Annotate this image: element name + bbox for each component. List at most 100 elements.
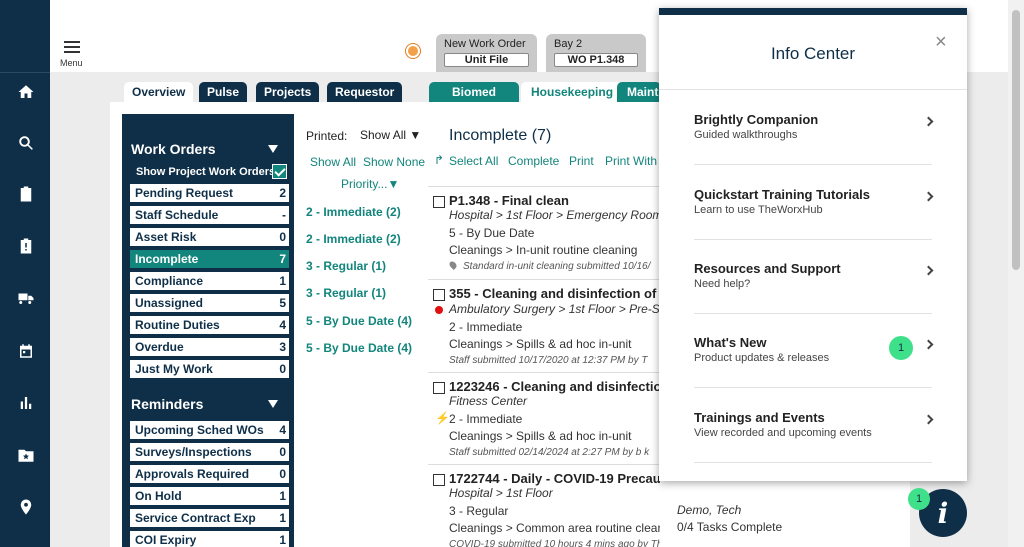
show-all-link[interactable]: Show All [310,155,356,169]
reminder-approvals-required[interactable]: Approvals Required 0 [130,465,289,483]
wo-filter-incomplete[interactable]: Incomplete 7 [130,250,289,268]
tab-requestor[interactable]: Requestor [327,82,403,102]
home-icon[interactable] [17,83,35,101]
search-icon[interactable] [17,134,35,152]
info-item-whats-new[interactable]: What's New Product updates & releases 1 [694,313,934,388]
print-with-button[interactable]: Print With [605,154,660,168]
priority-sort[interactable]: Priority...▼ [341,177,399,191]
wo-title[interactable]: P1.348 - Final clean [449,193,569,208]
reminder-surveys-inspections[interactable]: Surveys/Inspections 0 [130,443,289,461]
priority-filter-item[interactable]: 2 - Immediate (2) [306,232,401,246]
info-item-trainings[interactable]: Trainings and Events View recorded and u… [694,388,934,463]
alert-clipboard-icon[interactable] [17,237,35,255]
list-item[interactable]: 1223246 - Cleaning and disinfectio Fitne… [428,372,660,464]
tab-projects[interactable]: Projects [256,82,320,102]
clipboard-icon[interactable] [17,185,35,203]
printed-value: Show All [360,128,407,142]
wo-title[interactable]: 1722744 - Daily - COVID-19 Precau [449,471,660,486]
page-scrollbar[interactable] [1008,0,1024,547]
info-item-subtitle: Need help? [694,278,751,290]
list-item[interactable]: P1.348 - Final clean Hospital > 1st Floo… [428,186,660,279]
scrollbar-thumb[interactable] [1012,10,1020,270]
wo-category: Cleanings > Spills & ad hoc in-unit [449,429,632,443]
info-item-subtitle: Guided walkthroughs [694,129,798,141]
info-item-heading: Trainings and Events [694,410,825,425]
menu-button[interactable]: Menu [60,38,86,68]
star-folder-icon[interactable] [17,446,35,464]
row-checkbox[interactable] [433,474,445,486]
priority-filter-item[interactable]: 3 - Regular (1) [306,286,386,300]
list-item[interactable]: 355 - Cleaning and disinfection of Ambul… [428,279,660,372]
row-checkbox[interactable] [433,382,445,394]
wo-filter-pending-request[interactable]: Pending Request 2 [130,184,289,202]
info-item-resources[interactable]: Resources and Support Need help? [694,239,934,314]
tab-housekeeping[interactable]: Housekeeping [521,82,624,102]
wo-filter-count: 0 [279,362,286,376]
wo-filter-compliance[interactable]: Compliance 1 [130,272,289,290]
show-none-link[interactable]: Show None [363,155,425,169]
hamburger-line [64,46,80,48]
select-all-button[interactable]: Select All [449,154,498,168]
show-project-wo-checkbox[interactable] [272,164,287,179]
lightning-bolt-icon: ⚡ [435,411,450,425]
wo-tab-subtitle: Unit File [444,53,529,67]
priority-filter-item[interactable]: 5 - By Due Date (4) [306,314,412,328]
complete-button[interactable]: Complete [508,154,559,168]
wo-title[interactable]: 1223246 - Cleaning and disinfectio [449,379,660,394]
work-order-list: P1.348 - Final clean Hospital > 1st Floo… [428,186,660,547]
wo-tab-subtitle: WO P1.348 [554,53,638,67]
wo-filter-unassigned[interactable]: Unassigned 5 [130,294,289,312]
priority-filter-item[interactable]: 3 - Regular (1) [306,259,386,273]
clock-icon[interactable] [406,44,420,58]
tab-maintenance[interactable]: Maint [617,82,661,102]
wo-title[interactable]: 355 - Cleaning and disinfection of [449,286,656,301]
tab-pulse[interactable]: Pulse [199,82,248,102]
wo-filter-count: 4 [279,318,286,332]
tab-overview[interactable]: Overview [124,82,194,102]
dropdown-arrow-icon: ▼ [409,128,422,142]
wo-tab-bay-2[interactable]: Bay 2 WO P1.348 [546,34,646,72]
reminder-coi-expiry[interactable]: COI Expiry 1 [130,531,289,547]
bar-chart-icon[interactable] [17,394,35,412]
reminder-on-hold[interactable]: On Hold 1 [130,487,289,505]
wo-filter-overdue[interactable]: Overdue 3 [130,338,289,356]
collapse-arrow-icon[interactable] [268,145,278,153]
info-item-quickstart[interactable]: Quickstart Training Tutorials Learn to u… [694,165,934,240]
row-checkbox[interactable] [433,196,445,208]
priority-filter-item[interactable]: 2 - Immediate (2) [306,205,401,219]
wo-tab-new-work-order[interactable]: New Work Order Unit File [436,34,537,72]
info-item-heading: Resources and Support [694,261,841,276]
collapse-arrow-icon[interactable] [268,400,278,408]
wo-submitted: COVID-19 submitted 10 hours 4 mins ago b… [449,539,660,547]
print-button[interactable]: Print [569,154,594,168]
info-center-panel: Info Center × Brightly Companion Guided … [659,8,967,481]
show-project-wo-label: Show Project Work Orders [136,166,276,178]
menu-label: Menu [60,58,83,68]
reminder-label: Approvals Required [135,467,250,481]
wo-filter-asset-risk[interactable]: Asset Risk 0 [130,228,289,246]
printed-select[interactable]: Show All ▼ [360,128,421,142]
wo-filter-staff-schedule[interactable]: Staff Schedule - [130,206,289,224]
truck-icon[interactable] [17,289,35,307]
list-item[interactable]: 1722744 - Daily - COVID-19 Precau Hospit… [428,464,660,547]
list-heading: Incomplete (7) [449,127,552,144]
info-item-brightly-companion[interactable]: Brightly Companion Guided walkthroughs [694,90,934,165]
tab-biomed[interactable]: Biomed [429,82,519,102]
info-center-title: Info Center [770,44,856,63]
reminder-service-contract-exp[interactable]: Service Contract Exp 1 [130,509,289,527]
reminder-upcoming-sched-wos[interactable]: Upcoming Sched WOs 4 [130,421,289,439]
wo-submitted: Staff submitted 10/17/2020 at 12:37 PM b… [449,355,648,366]
location-pin-icon[interactable] [17,498,35,516]
calendar-icon[interactable] [17,342,35,360]
reminder-label: On Hold [135,489,182,503]
wo-filter-count: 1 [279,274,286,288]
row-checkbox[interactable] [433,289,445,301]
wo-filter-routine-duties[interactable]: Routine Duties 4 [130,316,289,334]
wo-filter-just-my-work[interactable]: Just My Work 0 [130,360,289,378]
reminders-title: Reminders [131,396,204,412]
wo-filter-count: - [282,208,286,222]
priority-filter-item[interactable]: 5 - By Due Date (4) [306,341,412,355]
select-all-icon: ↱ [434,153,445,167]
close-icon[interactable]: × [935,31,947,54]
reminder-count: 1 [279,511,286,525]
